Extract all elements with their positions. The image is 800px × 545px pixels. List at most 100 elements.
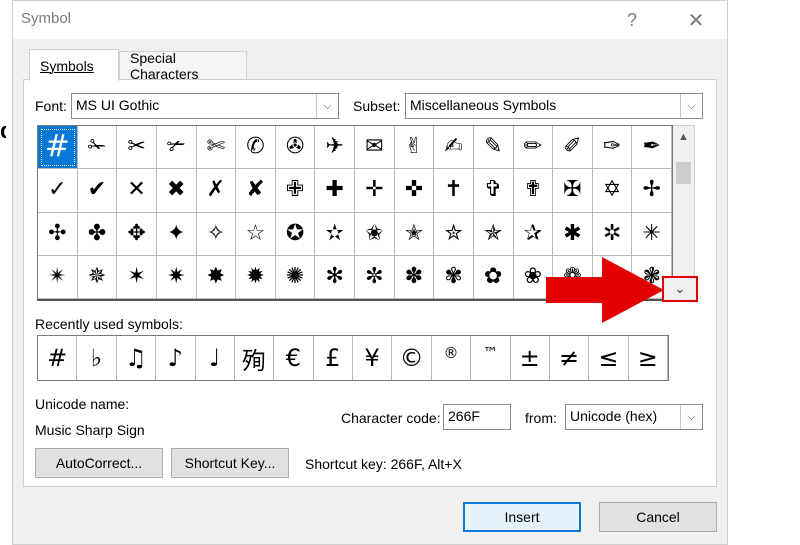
recent-symbol-cell[interactable]: # (38, 336, 78, 380)
symbol-cell[interactable]: ✁ (77, 126, 118, 170)
symbol-cell[interactable]: ✳ (632, 212, 672, 256)
symbol-cell[interactable]: ✣ (38, 212, 78, 256)
symbol-cell[interactable]: ✯ (473, 212, 514, 256)
font-label: Font: (35, 98, 67, 114)
symbol-cell[interactable]: ✢ (632, 169, 672, 213)
symbol-cell[interactable]: ✬ (355, 212, 395, 256)
recent-symbol-cell[interactable]: ≠ (550, 336, 590, 380)
symbol-cell[interactable]: ✰ (513, 212, 554, 256)
symbol-cell[interactable]: ✴ (38, 255, 78, 299)
chevron-down-icon[interactable]: ⌵ (680, 94, 702, 118)
symbol-cell[interactable]: ✌ (394, 126, 435, 170)
symbol-cell[interactable]: ✖ (156, 169, 197, 213)
chevron-down-icon[interactable]: ⌵ (316, 94, 338, 118)
close-icon[interactable]: ✕ (683, 7, 709, 33)
cancel-label: Cancel (636, 509, 680, 525)
symbol-cell[interactable]: ✇ (275, 126, 316, 170)
symbol-cell[interactable]: ✂ (117, 126, 157, 170)
recent-symbol-cell[interactable]: ♭ (77, 336, 117, 380)
symbol-cell[interactable]: ✉ (355, 126, 395, 170)
recent-symbol-cell[interactable]: ≤ (589, 336, 629, 380)
recent-symbol-cell[interactable]: £ (314, 336, 353, 380)
insert-label: Insert (504, 509, 540, 525)
symbol-cell[interactable]: ✺ (275, 255, 316, 299)
symbol-cell[interactable]: ✻ (315, 255, 355, 299)
from-dropdown[interactable]: Unicode (hex) ⌵ (565, 404, 703, 430)
recent-symbol-cell[interactable]: ™ (471, 336, 511, 380)
symbol-cell[interactable]: ✒ (632, 126, 672, 170)
scroll-thumb[interactable] (676, 162, 691, 184)
recent-symbol-cell[interactable]: ♫ (117, 336, 157, 380)
symbol-cell[interactable]: ✝ (434, 169, 474, 213)
chevron-down-icon[interactable]: ⌄ (675, 281, 686, 297)
symbol-cell[interactable]: ✭ (394, 212, 435, 256)
symbol-cell[interactable]: ✵ (77, 255, 118, 299)
chevron-up-icon[interactable]: ▲ (673, 126, 694, 148)
symbol-cell[interactable]: ✑ (592, 126, 633, 170)
symbol-cell[interactable]: ✾ (434, 255, 474, 299)
tab-special-characters[interactable]: Special Characters (119, 50, 247, 82)
symbol-cell[interactable]: ✎ (473, 126, 514, 170)
cancel-button[interactable]: Cancel (599, 502, 717, 532)
symbol-cell[interactable]: ✥ (117, 212, 157, 256)
font-dropdown[interactable]: MS UI Gothic ⌵ (71, 93, 339, 119)
recent-symbol-cell[interactable]: ♩ (196, 336, 235, 380)
subset-dropdown[interactable]: Miscellaneous Symbols ⌵ (405, 93, 703, 119)
symbol-cell[interactable]: ✤ (77, 212, 118, 256)
symbol-cell[interactable]: ✓ (38, 169, 78, 213)
symbol-cell[interactable]: ✘ (236, 169, 276, 213)
symbol-cell[interactable]: ✗ (196, 169, 237, 213)
symbol-cell[interactable]: ✔ (77, 169, 118, 213)
character-code-input[interactable]: 266F (443, 404, 511, 430)
recent-symbol-cell[interactable]: ± (511, 336, 550, 380)
symbol-cell[interactable]: ✫ (315, 212, 355, 256)
recent-symbol-cell[interactable]: ¥ (353, 336, 393, 380)
character-code-label: Character code: (341, 410, 441, 426)
symbol-cell[interactable]: ✍ (434, 126, 474, 170)
recent-symbol-cell[interactable]: ♪ (156, 336, 196, 380)
chevron-down-icon[interactable]: ⌵ (680, 405, 702, 429)
insert-button[interactable]: Insert (463, 502, 581, 532)
symbol-cell[interactable]: ✼ (355, 255, 395, 299)
symbol-cell[interactable]: ✆ (236, 126, 276, 170)
symbol-cell[interactable]: ✄ (196, 126, 237, 170)
symbol-cell[interactable]: ✐ (553, 126, 593, 170)
symbol-cell[interactable]: ✜ (394, 169, 435, 213)
recent-symbol-cell[interactable]: ® (432, 336, 472, 380)
recent-symbol-cell[interactable]: © (392, 336, 432, 380)
symbol-cell[interactable]: ✈ (315, 126, 355, 170)
shortcut-key-button[interactable]: Shortcut Key... (171, 448, 289, 478)
symbol-cell[interactable]: ✪ (275, 212, 316, 256)
symbol-cell[interactable]: ✮ (434, 212, 474, 256)
symbol-cell[interactable]: ✡ (592, 169, 633, 213)
highlighted-scroll-down-button[interactable]: ⌄ (662, 276, 698, 302)
symbol-cell[interactable]: ✶ (117, 255, 157, 299)
symbol-cell[interactable]: ✱ (553, 212, 593, 256)
symbol-cell[interactable]: ✛ (355, 169, 395, 213)
symbol-cell[interactable]: ✷ (156, 255, 197, 299)
symbol-cell[interactable]: ✠ (553, 169, 593, 213)
symbol-cell[interactable]: ✹ (236, 255, 276, 299)
help-icon[interactable]: ? (619, 7, 645, 33)
symbol-cell[interactable]: ✏ (513, 126, 554, 170)
recent-symbol-cell[interactable]: 殉 (235, 336, 275, 380)
symbol-cell[interactable]: ✕ (117, 169, 157, 213)
symbol-cell[interactable]: # (38, 126, 78, 170)
symbol-cell[interactable]: ✸ (196, 255, 237, 299)
symbol-cell[interactable]: ✲ (592, 212, 633, 256)
symbol-cell[interactable]: ✟ (513, 169, 554, 213)
symbol-cell[interactable]: ✽ (394, 255, 435, 299)
symbol-cell[interactable]: ✧ (196, 212, 237, 256)
symbol-cell[interactable]: ✦ (156, 212, 197, 256)
symbol-cell[interactable]: ✙ (275, 169, 316, 213)
recent-symbol-cell[interactable]: ≥ (629, 336, 668, 380)
autocorrect-button[interactable]: AutoCorrect... (35, 448, 163, 478)
grid-scrollbar[interactable]: ▲ ▼ (673, 125, 695, 301)
tab-symbols[interactable]: Symbols (29, 49, 119, 81)
symbol-cell[interactable]: ✿ (473, 255, 514, 299)
symbol-cell[interactable]: ✞ (473, 169, 514, 213)
recent-symbol-cell[interactable]: € (274, 336, 314, 380)
symbol-cell[interactable]: ☆ (236, 212, 276, 256)
symbol-cell[interactable]: ✚ (315, 169, 355, 213)
symbol-cell[interactable]: ✃ (156, 126, 197, 170)
